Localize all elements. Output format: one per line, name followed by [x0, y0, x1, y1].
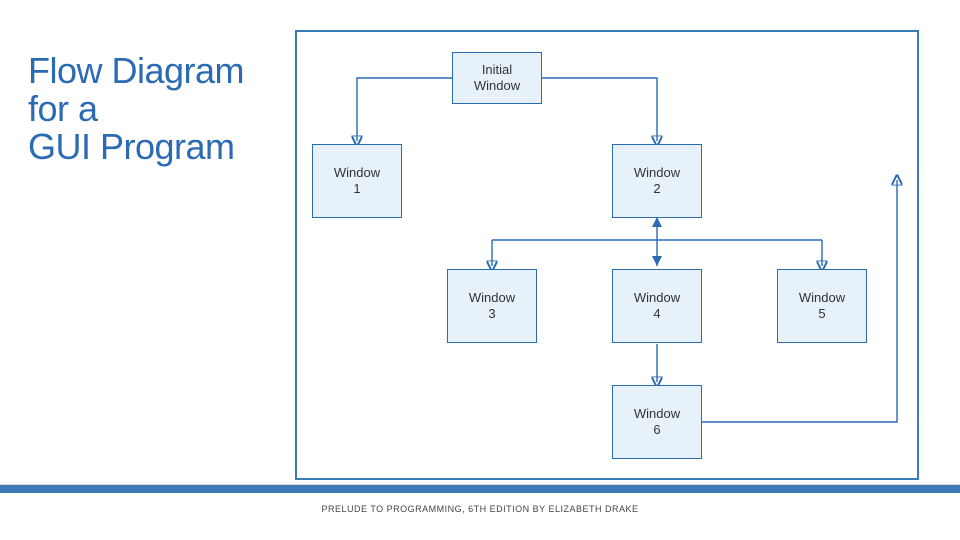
node-label: Initial — [453, 62, 541, 78]
title-line-3: GUI Program — [28, 128, 244, 166]
node-label: 6 — [613, 422, 701, 438]
node-label: 2 — [613, 181, 701, 197]
node-label: 3 — [448, 306, 536, 322]
node-label: Window — [778, 290, 866, 306]
node-window-1: Window 1 — [312, 144, 402, 218]
footer-bar — [0, 484, 960, 493]
node-label: 1 — [313, 181, 401, 197]
node-label: Window — [313, 165, 401, 181]
diagram-frame: Initial Window Window 1 Window 2 Window … — [295, 30, 919, 480]
node-label: 4 — [613, 306, 701, 322]
node-window-4: Window 4 — [612, 269, 702, 343]
title-line-2: for a — [28, 90, 244, 128]
footer-text: PRELUDE TO PROGRAMMING, 6TH EDITION BY E… — [0, 504, 960, 514]
node-label: Window — [613, 290, 701, 306]
flow-lines — [297, 32, 921, 482]
page-title: Flow Diagram for a GUI Program — [28, 52, 244, 165]
node-label: Window — [613, 406, 701, 422]
node-initial: Initial Window — [452, 52, 542, 104]
node-label: Window — [453, 78, 541, 94]
node-window-2: Window 2 — [612, 144, 702, 218]
node-window-6: Window 6 — [612, 385, 702, 459]
title-line-1: Flow Diagram — [28, 52, 244, 90]
node-label: Window — [613, 165, 701, 181]
node-window-3: Window 3 — [447, 269, 537, 343]
node-label: Window — [448, 290, 536, 306]
node-label: 5 — [778, 306, 866, 322]
node-window-5: Window 5 — [777, 269, 867, 343]
slide: Flow Diagram for a GUI Program — [0, 0, 960, 540]
